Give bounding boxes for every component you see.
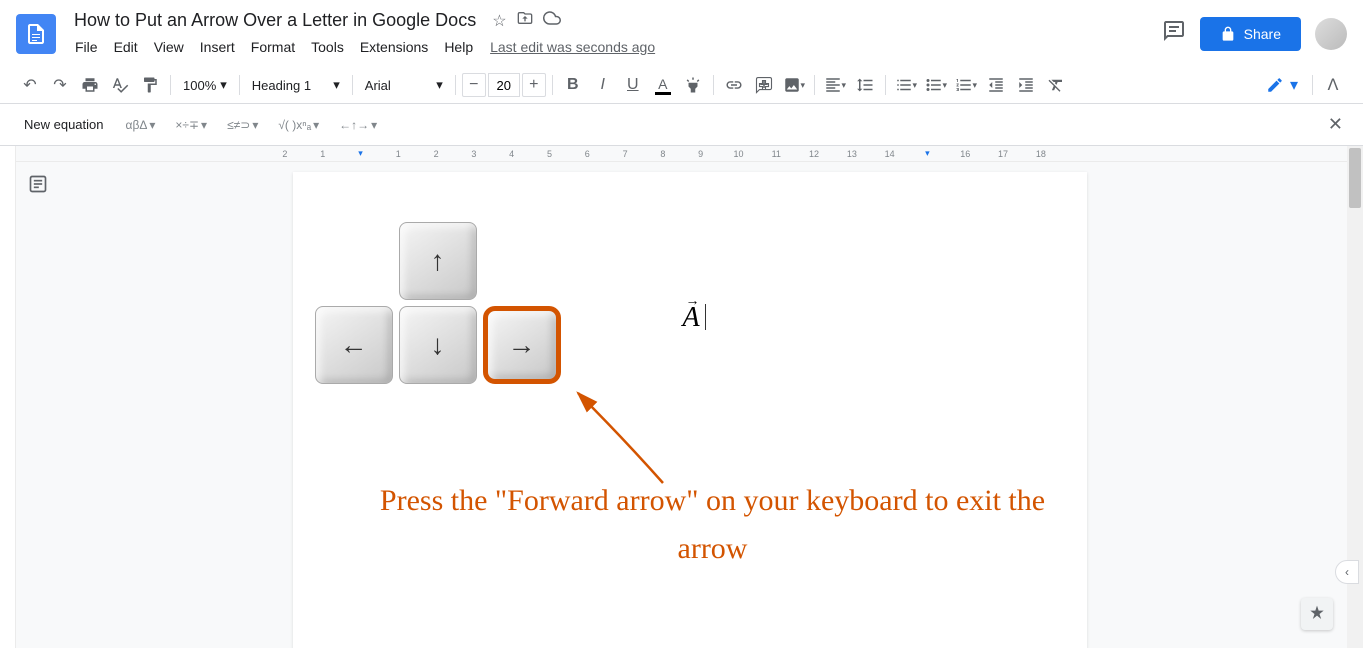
comment-history-icon[interactable] — [1162, 19, 1186, 48]
share-label: Share — [1244, 26, 1281, 42]
menu-extensions[interactable]: Extensions — [353, 35, 435, 59]
lock-icon — [1220, 26, 1236, 42]
indent-decrease-button[interactable] — [982, 71, 1010, 99]
operators-menu[interactable]: ×÷∓ ▾ — [169, 116, 213, 134]
collapse-toolbar-button[interactable]: ᐱ — [1319, 71, 1347, 99]
close-equation-bar[interactable]: ✕ — [1324, 110, 1347, 139]
underline-button[interactable]: U — [619, 71, 647, 99]
side-panel-toggle[interactable]: ‹ — [1335, 560, 1359, 584]
share-button[interactable]: Share — [1200, 17, 1301, 51]
user-avatar[interactable] — [1315, 18, 1347, 50]
math-ops-menu[interactable]: √( )xⁿₐ ▾ — [272, 116, 325, 134]
star-icon[interactable]: ☆ — [492, 11, 506, 31]
spellcheck-button[interactable] — [106, 71, 134, 99]
horizontal-ruler[interactable]: 21▾1234567891011121314▾161718 — [16, 146, 1363, 162]
zoom-select[interactable]: 100% ▾ — [177, 73, 233, 97]
right-arrow-key-icon: → — [483, 306, 561, 384]
menu-file[interactable]: File — [68, 35, 105, 59]
indent-increase-button[interactable] — [1012, 71, 1040, 99]
main-toolbar: ↶ ↷ 100% ▾ Heading 1 ▾ Arial ▾ − + B I U… — [0, 67, 1363, 104]
workspace: 21▾1234567891011121314▾161718 ↑ ← ↓ → → … — [0, 146, 1363, 648]
menu-tools[interactable]: Tools — [304, 35, 351, 59]
clear-format-button[interactable] — [1042, 71, 1070, 99]
docs-logo[interactable] — [16, 14, 56, 54]
italic-button[interactable]: I — [589, 71, 617, 99]
up-arrow-key-icon: ↑ — [399, 222, 477, 300]
line-spacing-button[interactable] — [851, 71, 879, 99]
menu-help[interactable]: Help — [437, 35, 480, 59]
menu-edit[interactable]: Edit — [107, 35, 145, 59]
undo-button[interactable]: ↶ — [16, 71, 44, 99]
relations-menu[interactable]: ≤≠⊃ ▾ — [221, 116, 264, 134]
insert-image-button[interactable]: ▾ — [780, 71, 808, 99]
document-page[interactable]: ↑ ← ↓ → → A Press the "Forward arrow" on… — [293, 172, 1087, 648]
equation-toolbar: New equation αβΔ ▾ ×÷∓ ▾ ≤≠⊃ ▾ √( )xⁿₐ ▾… — [0, 104, 1363, 146]
font-select[interactable]: Arial ▾ — [359, 73, 449, 97]
paint-format-button[interactable] — [136, 71, 164, 99]
greek-letters-menu[interactable]: αβΔ ▾ — [120, 116, 162, 134]
annotation-text: Press the "Forward arrow" on your keyboa… — [353, 477, 1073, 573]
align-button[interactable]: ▾ — [821, 71, 849, 99]
explore-button[interactable] — [1301, 598, 1333, 630]
down-arrow-key-icon: ↓ — [399, 306, 477, 384]
left-arrow-key-icon: ← — [315, 306, 393, 384]
app-header: How to Put an Arrow Over a Letter in Goo… — [0, 0, 1363, 59]
menu-format[interactable]: Format — [244, 35, 302, 59]
bullet-list-button[interactable]: ▾ — [922, 71, 950, 99]
bold-button[interactable]: B — [559, 71, 587, 99]
style-select[interactable]: Heading 1 ▾ — [246, 73, 346, 97]
vector-equation: → A — [683, 302, 700, 334]
document-title[interactable]: How to Put an Arrow Over a Letter in Goo… — [68, 8, 482, 33]
checklist-button[interactable]: ▾ — [892, 71, 920, 99]
menu-bar: File Edit View Insert Format Tools Exten… — [68, 35, 1154, 59]
redo-button[interactable]: ↷ — [46, 71, 74, 99]
menu-insert[interactable]: Insert — [193, 35, 242, 59]
new-equation-button[interactable]: New equation — [16, 113, 112, 136]
font-size-input[interactable] — [488, 73, 520, 97]
last-edit-link[interactable]: Last edit was seconds ago — [490, 39, 655, 55]
font-size-increase[interactable]: + — [522, 73, 546, 97]
vector-arrow-icon: → — [686, 294, 700, 310]
cloud-status-icon[interactable] — [543, 9, 561, 32]
text-cursor — [705, 304, 706, 330]
numbered-list-button[interactable]: ▾ — [952, 71, 980, 99]
text-color-button[interactable]: A — [649, 71, 677, 99]
arrows-menu[interactable]: ←↑→ ▾ — [333, 116, 383, 134]
annotation-arrow-icon — [573, 388, 693, 488]
header-actions: Share — [1162, 17, 1347, 51]
menu-view[interactable]: View — [147, 35, 191, 59]
editing-mode-button[interactable]: ▾ — [1258, 71, 1306, 99]
document-area[interactable]: 21▾1234567891011121314▾161718 ↑ ← ↓ → → … — [16, 146, 1363, 648]
add-comment-button[interactable] — [750, 71, 778, 99]
move-icon[interactable] — [517, 10, 533, 31]
insert-link-button[interactable] — [720, 71, 748, 99]
title-area: How to Put an Arrow Over a Letter in Goo… — [68, 8, 1154, 59]
print-button[interactable] — [76, 71, 104, 99]
vertical-ruler — [0, 146, 16, 648]
font-size-decrease[interactable]: − — [462, 73, 486, 97]
highlight-button[interactable] — [679, 71, 707, 99]
